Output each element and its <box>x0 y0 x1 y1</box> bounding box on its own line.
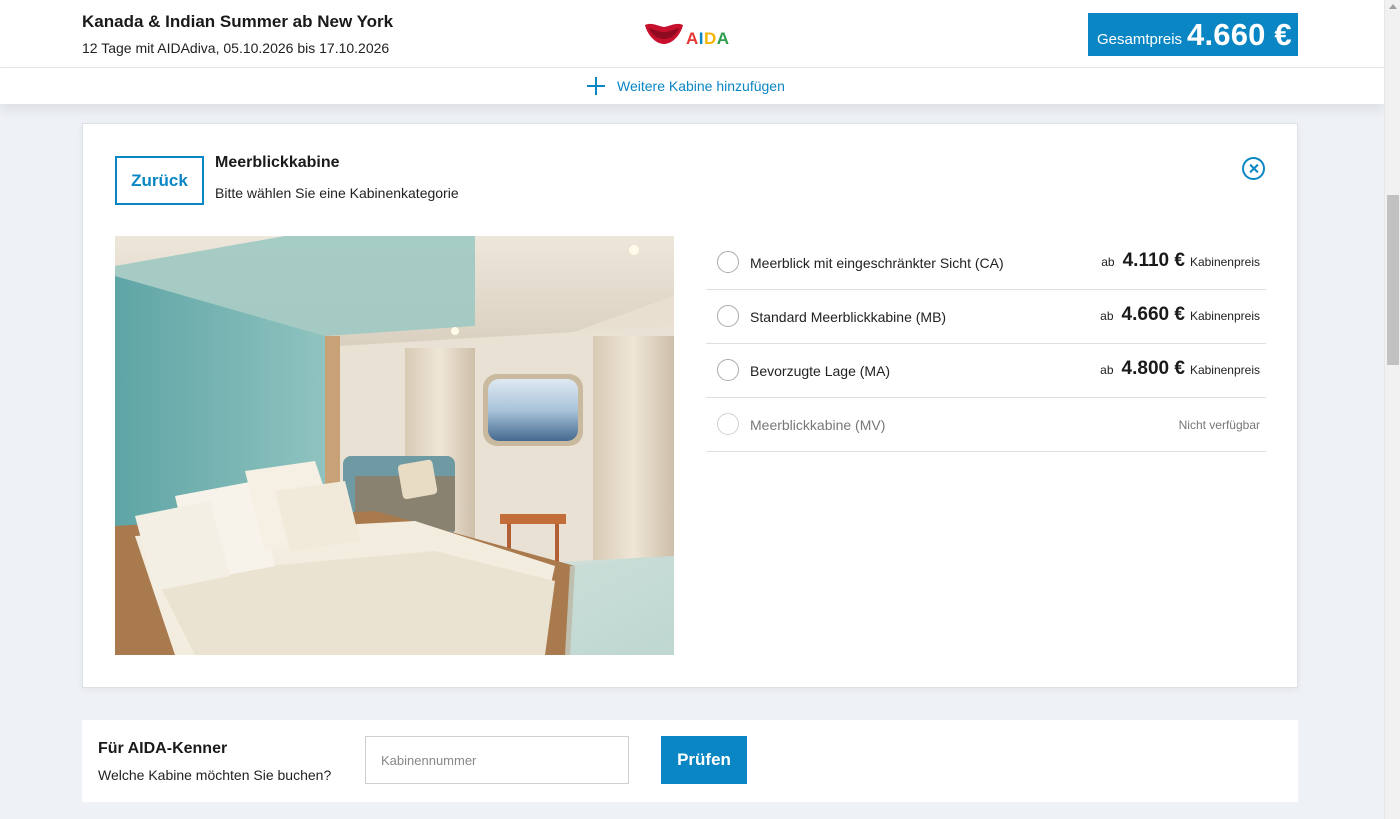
total-price-box: Gesamtpreis 4.660 € <box>1088 13 1298 56</box>
cabin-option-label: Meerblickkabine (MV) <box>750 417 886 433</box>
cabin-option-disabled: Meerblickkabine (MV) Nicht verfügbar <box>706 398 1266 452</box>
cabin-photo <box>115 236 674 655</box>
cabin-category-card: Zurück Meerblickkabine Bitte wählen Sie … <box>82 123 1298 688</box>
total-price-value: 4.660 € <box>1187 16 1292 52</box>
radio-icon[interactable] <box>717 305 739 327</box>
page-scrollbar[interactable] <box>1384 0 1400 819</box>
kenner-subtitle: Welche Kabine möchten Sie buchen? <box>98 767 332 783</box>
booking-header: Kanada & Indian Summer ab New York 12 Ta… <box>0 0 1384 68</box>
cabin-option[interactable]: Standard Meerblickkabine (MB) ab 4.660 €… <box>706 290 1266 344</box>
aida-kenner-section: Für AIDA-Kenner Welche Kabine möchten Si… <box>82 720 1298 802</box>
scroll-thumb[interactable] <box>1387 195 1399 365</box>
price-suffix: Kabinenpreis <box>1189 309 1260 323</box>
add-cabin-link[interactable]: Weitere Kabine hinzufügen <box>586 76 785 96</box>
cabin-number-input[interactable] <box>365 736 629 784</box>
cabin-type-title: Meerblickkabine <box>215 154 340 171</box>
trip-title: Kanada & Indian Summer ab New York <box>82 12 394 31</box>
scroll-up-icon[interactable] <box>1389 4 1397 9</box>
aida-logo[interactable]: AIDA <box>643 20 743 50</box>
price-suffix: Kabinenpreis <box>1189 363 1260 377</box>
aida-lips-icon <box>645 23 683 44</box>
radio-icon <box>717 413 739 435</box>
logo-text: AIDA <box>686 29 730 48</box>
add-cabin-bar: Weitere Kabine hinzufügen <box>0 68 1384 104</box>
cabin-category-list: Meerblick mit eingeschränkter Sicht (CA)… <box>706 236 1266 452</box>
trip-subtitle: 12 Tage mit AIDAdiva, 05.10.2026 bis 17.… <box>82 40 390 56</box>
price-prefix: ab <box>1101 255 1115 269</box>
price-value: 4.660 € <box>1121 304 1185 325</box>
radio-icon[interactable] <box>717 359 739 381</box>
kenner-title: Für AIDA-Kenner <box>98 740 228 757</box>
back-button[interactable]: Zurück <box>115 156 204 205</box>
plus-icon <box>586 76 606 96</box>
price-prefix: ab <box>1100 309 1114 323</box>
close-icon[interactable] <box>1242 157 1265 180</box>
cabin-option[interactable]: Meerblick mit eingeschränkter Sicht (CA)… <box>706 236 1266 290</box>
check-button[interactable]: Prüfen <box>661 736 747 784</box>
cabin-option-price: ab 4.800 € Kabinenpreis <box>1100 358 1260 380</box>
cabin-option-label: Bevorzugte Lage (MA) <box>750 363 891 379</box>
radio-icon[interactable] <box>717 251 739 273</box>
cabin-option-label: Standard Meerblickkabine (MB) <box>750 309 947 325</box>
price-value: 4.110 € <box>1122 250 1185 271</box>
total-price-label: Gesamtpreis <box>1097 31 1183 48</box>
cabin-type-subtitle: Bitte wählen Sie eine Kabinenkategorie <box>215 185 459 201</box>
add-cabin-label: Weitere Kabine hinzufügen <box>617 78 785 94</box>
price-prefix: ab <box>1100 363 1114 377</box>
cabin-option[interactable]: Bevorzugte Lage (MA) ab 4.800 € Kabinenp… <box>706 344 1266 398</box>
price-value: 4.800 € <box>1121 358 1185 379</box>
cabin-option-label: Meerblick mit eingeschränkter Sicht (CA) <box>750 255 1004 271</box>
price-suffix: Kabinenpreis <box>1189 255 1260 269</box>
availability-status: Nicht verfügbar <box>1178 418 1260 432</box>
cabin-option-price: ab 4.110 € Kabinenpreis <box>1101 250 1260 272</box>
cabin-option-price: ab 4.660 € Kabinenpreis <box>1100 304 1260 326</box>
